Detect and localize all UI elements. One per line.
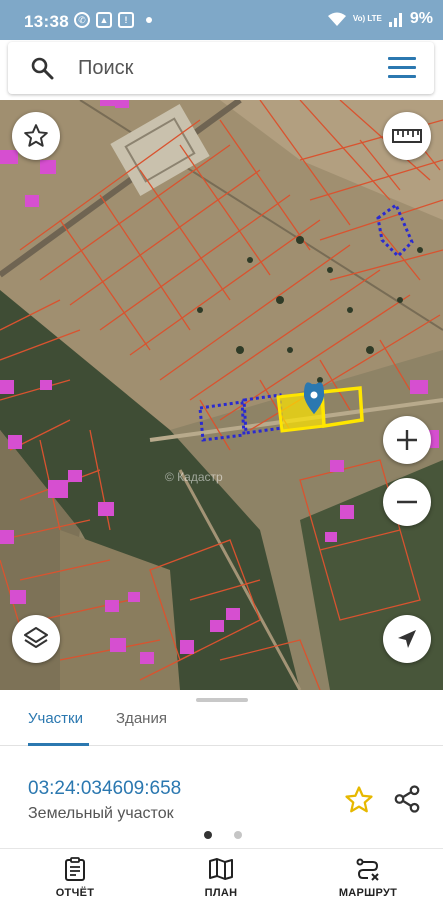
map-watermark: © Кадастр	[165, 470, 223, 484]
notification-dot-icon	[146, 17, 152, 23]
page-dot-active	[204, 831, 212, 839]
star-icon	[24, 124, 48, 147]
layers-button[interactable]	[12, 615, 60, 663]
bottom-sheet: Участки Здания 03:24:034609:658 Земельны…	[0, 690, 443, 910]
nav-report-label: ОТЧЁТ	[55, 887, 95, 899]
wifi-icon	[327, 12, 346, 26]
gallery-icon: ▲	[96, 12, 112, 28]
battery-level: 9%	[409, 10, 433, 27]
zoom-out-icon	[397, 500, 417, 504]
report-icon	[65, 857, 85, 881]
ruler-button[interactable]	[383, 112, 431, 160]
nav-plan-label: ПЛАН	[204, 887, 238, 899]
my-location-button[interactable]	[383, 615, 431, 663]
status-bar: 13:38 ✆ ▲ ! Vo) LTE 9%	[0, 0, 443, 40]
notification-icons: ✆ ▲ !	[74, 12, 152, 28]
sim-icon: !	[118, 12, 134, 28]
network-label: Vo) LTE	[352, 14, 382, 23]
viber-icon: ✆	[74, 12, 90, 28]
route-icon	[356, 858, 379, 881]
ruler-icon	[392, 129, 422, 143]
search-icon[interactable]	[30, 56, 54, 80]
active-tab-indicator	[28, 743, 89, 746]
zoom-in-button[interactable]	[383, 416, 431, 464]
status-right: Vo) LTE 9%	[327, 10, 433, 28]
tab-buildings[interactable]: Здания	[116, 710, 167, 727]
map-icon	[209, 858, 233, 880]
sheet-tabs: Участки Здания	[0, 704, 443, 746]
share-icon[interactable]	[392, 784, 422, 814]
favorite-button[interactable]	[12, 112, 60, 160]
nav-plan[interactable]: ПЛАН	[171, 857, 271, 899]
nav-route[interactable]: МАРШРУТ	[318, 857, 418, 899]
nav-report[interactable]: ОТЧЁТ	[25, 857, 125, 899]
nav-route-label: МАРШРУТ	[338, 887, 398, 899]
menu-icon[interactable]	[388, 57, 416, 79]
zoom-in-icon	[397, 430, 417, 450]
location-arrow-icon	[398, 630, 416, 648]
parcel-cadastral-number[interactable]: 03:24:034609:658	[28, 778, 181, 800]
search-input[interactable]: Поиск	[78, 57, 133, 80]
page-dot	[234, 831, 242, 839]
zoom-out-button[interactable]	[383, 478, 431, 526]
parcel-type-label: Земельный участок	[28, 805, 174, 822]
sheet-handle[interactable]	[196, 698, 248, 702]
tab-parcels[interactable]: Участки	[28, 710, 83, 727]
map-view[interactable]: © Кадастр	[0, 100, 443, 690]
signal-icon	[388, 13, 402, 27]
layers-icon	[24, 627, 48, 648]
satellite-map[interactable]	[0, 100, 443, 690]
page-indicator	[204, 831, 242, 839]
status-time: 13:38	[24, 12, 69, 31]
search-bar[interactable]: Поиск	[8, 42, 434, 94]
star-icon[interactable]	[344, 785, 374, 815]
bottom-navigation: ОТЧЁТ ПЛАН МАРШРУТ	[0, 848, 443, 910]
